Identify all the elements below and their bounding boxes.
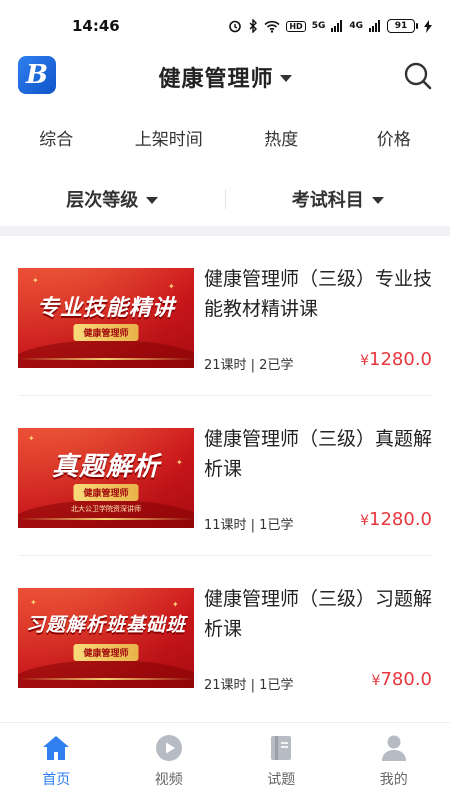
wifi-icon: [264, 20, 280, 33]
user-icon: [379, 733, 409, 763]
course-item[interactable]: ✦ ✦ 真题解析 健康管理师 北大公卫学院资深讲师 健康管理师（三级）真题解析课…: [18, 396, 432, 556]
subject-filter-label: 考试科目: [291, 190, 364, 211]
course-meta: 11课时 | 1已学: [204, 518, 294, 533]
thumbnail-title: 真题解析: [51, 452, 160, 482]
hd-badge: HD: [286, 20, 306, 32]
app-header: B 健康管理师: [0, 52, 450, 102]
bottom-nav: 首页 视频 试题 我的: [0, 722, 450, 800]
signal-icon-2: [369, 20, 380, 32]
price-value: 780.0: [380, 669, 432, 690]
nav-label: 首页: [42, 772, 71, 788]
course-item[interactable]: ✦ ✦ 专业技能精讲 健康管理师 健康管理师（三级）专业技能教材精讲课 21课时…: [18, 236, 432, 396]
search-icon: [404, 62, 432, 90]
play-icon: [154, 733, 184, 763]
course-thumbnail: ✦ ✦ 专业技能精讲 健康管理师: [18, 268, 194, 368]
course-price: ¥780.0: [372, 669, 432, 690]
course-thumbnail: ✦ ✦ 习题解析班基础班 健康管理师: [18, 588, 194, 688]
chevron-down-icon: [146, 197, 159, 204]
status-icons: HD 5G 4G 91: [228, 19, 432, 33]
level-filter[interactable]: 层次等级: [0, 186, 225, 212]
course-price: ¥1280.0: [360, 349, 432, 370]
course-meta: 21课时 | 2已学: [204, 358, 294, 373]
currency-symbol: ¥: [360, 513, 370, 529]
course-price: ¥1280.0: [360, 509, 432, 530]
battery-icon: 91: [387, 19, 418, 33]
price-value: 1280.0: [369, 509, 432, 530]
level-filter-label: 层次等级: [66, 190, 139, 211]
battery-level: 91: [387, 19, 415, 33]
title-dropdown[interactable]: 健康管理师: [158, 61, 292, 93]
chevron-down-icon: [371, 197, 384, 204]
nav-home[interactable]: 首页: [0, 723, 113, 800]
app-logo: B: [18, 56, 56, 94]
nav-label: 我的: [379, 772, 408, 788]
nav-profile[interactable]: 我的: [338, 723, 450, 800]
alarm-icon: [229, 20, 242, 33]
course-title: 健康管理师（三级）专业技能教材精讲课: [204, 268, 433, 320]
home-icon: [41, 733, 71, 763]
thumbnail-title: 专业技能精讲: [36, 296, 175, 321]
status-time: 14:46: [72, 17, 120, 35]
sort-tabs: 综合 上架时间 热度 价格: [0, 118, 450, 162]
nav-questions[interactable]: 试题: [225, 723, 338, 800]
thumbnail-tag: 健康管理师: [73, 484, 139, 501]
tab-release-time[interactable]: 上架时间: [113, 118, 226, 162]
book-icon: [266, 733, 296, 763]
signal-icon: [331, 20, 343, 32]
course-title: 健康管理师（三级）习题解析课: [204, 588, 433, 640]
search-button[interactable]: [402, 60, 434, 92]
signal-5g-label: 5G: [311, 21, 326, 31]
currency-symbol: ¥: [360, 353, 370, 369]
course-list: ✦ ✦ 专业技能精讲 健康管理师 健康管理师（三级）专业技能教材精讲课 21课时…: [0, 236, 450, 716]
tab-comprehensive[interactable]: 综合: [0, 118, 113, 162]
course-item[interactable]: ✦ ✦ 习题解析班基础班 健康管理师 健康管理师（三级）习题解析课 21课时 |…: [18, 556, 432, 716]
nav-video[interactable]: 视频: [113, 723, 226, 800]
thumbnail-subtitle: 北大公卫学院资深讲师: [71, 505, 141, 513]
course-title: 健康管理师（三级）真题解析课: [204, 428, 433, 480]
signal-4g-label: 4G: [349, 21, 363, 31]
thumbnail-tag: 健康管理师: [73, 324, 139, 341]
course-thumbnail: ✦ ✦ 真题解析 健康管理师 北大公卫学院资深讲师: [18, 428, 194, 528]
course-meta: 21课时 | 1已学: [204, 678, 294, 693]
charging-icon: [424, 19, 432, 33]
status-bar: 14:46 HD 5G 4G 91: [0, 0, 450, 52]
bluetooth-icon: [249, 19, 258, 33]
subject-filter[interactable]: 考试科目: [226, 186, 450, 212]
thumbnail-tag: 健康管理师: [73, 644, 139, 661]
section-divider: [0, 226, 450, 236]
price-value: 1280.0: [369, 349, 432, 370]
chevron-down-icon: [279, 75, 292, 82]
page-title: 健康管理师: [158, 67, 274, 92]
thumbnail-title: 习题解析班基础班: [25, 614, 186, 636]
tab-price[interactable]: 价格: [338, 118, 450, 162]
app-logo-letter: B: [26, 60, 48, 90]
filter-bar: 层次等级 考试科目: [0, 176, 450, 222]
nav-label: 试题: [267, 772, 296, 788]
nav-label: 视频: [154, 772, 183, 788]
tab-popularity[interactable]: 热度: [225, 118, 338, 162]
